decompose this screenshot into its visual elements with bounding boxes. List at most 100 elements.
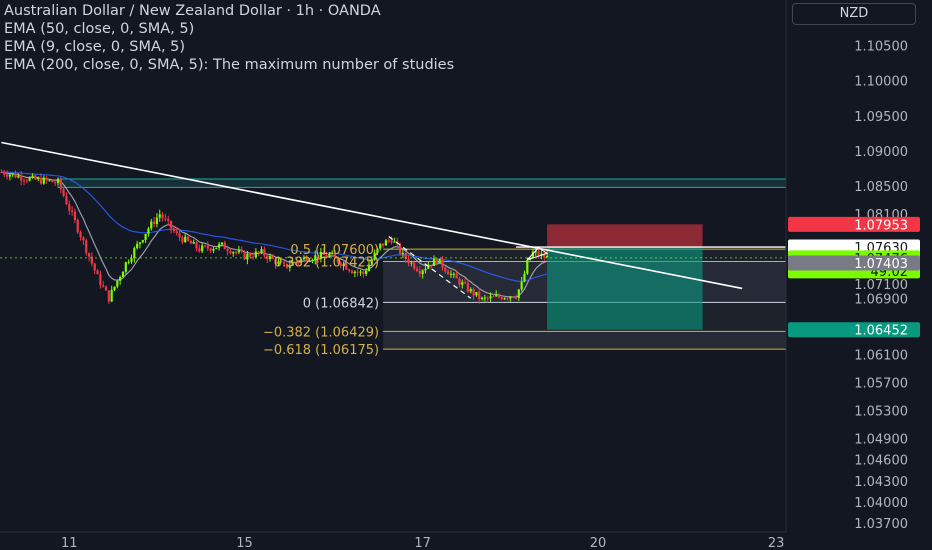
candle-body: [478, 292, 481, 300]
candle-body: [257, 251, 260, 253]
candle-body: [8, 174, 11, 177]
short-position-tool[interactable]: [547, 224, 703, 330]
candle-body: [59, 178, 62, 190]
fib-band: [383, 331, 786, 350]
candle-body: [178, 233, 181, 238]
candle-body: [497, 295, 501, 298]
candle-body: [65, 196, 68, 205]
price-tick-label: 1.08500: [854, 180, 908, 195]
candle-body: [206, 245, 209, 249]
time-tick-label: 23: [768, 536, 785, 550]
candle-body: [93, 263, 96, 271]
candle-body: [424, 268, 427, 271]
time-tick-label: 20: [590, 536, 607, 550]
candle-body: [444, 267, 447, 272]
fib-level-label: 0.382 (1.07425): [274, 255, 379, 270]
candle-body: [144, 233, 147, 241]
candle-body: [514, 297, 518, 299]
candle-body: [246, 253, 249, 260]
candle-body: [526, 260, 529, 274]
candle-body: [201, 245, 204, 252]
candle-body: [229, 251, 232, 254]
price-tick-label: 1.03700: [854, 517, 908, 532]
candle-body: [430, 265, 433, 267]
price-tick-label: 1.09500: [854, 110, 908, 125]
candle-body: [181, 237, 184, 243]
candle-body: [54, 182, 57, 184]
candle-body: [413, 262, 416, 269]
candle-body: [96, 270, 99, 275]
candle-body: [73, 211, 77, 221]
candle-body: [461, 282, 464, 285]
candle-body: [82, 237, 85, 241]
candle-body: [237, 250, 241, 253]
price-tick-label: 1.06900: [854, 292, 908, 307]
candle-body: [87, 252, 91, 257]
candle-body: [102, 285, 105, 287]
candle-body: [147, 228, 150, 234]
candle-body: [509, 296, 512, 299]
candle-body: [365, 270, 368, 274]
time-tick-label: 17: [414, 536, 431, 550]
candle-body: [393, 241, 396, 243]
candle-body: [37, 177, 40, 180]
candle-body: [226, 249, 229, 252]
candle-body: [452, 273, 455, 275]
candle-body: [209, 248, 212, 251]
currency-button[interactable]: NZD: [792, 3, 916, 25]
candle-body: [447, 271, 450, 275]
candle-body: [45, 177, 48, 181]
candle-body: [469, 288, 472, 292]
candle-body: [249, 253, 252, 257]
candle-body: [212, 248, 215, 251]
resistance-zone[interactable]: [57, 178, 787, 188]
price-label-text: 1.07403: [854, 257, 908, 272]
candle-body: [215, 247, 218, 249]
fib-labels: 0.5 (1.07600)0.382 (1.07425)0 (1.06842)−…: [263, 243, 379, 358]
candle-body: [198, 248, 201, 252]
price-axis[interactable]: 1.110001.105001.100001.095001.090001.085…: [785, 0, 932, 550]
candle-body: [138, 242, 142, 244]
price-label-text: 1.07953: [854, 218, 908, 233]
price-tick-label: 1.09000: [854, 145, 908, 160]
candle-body: [418, 271, 421, 275]
candle-body: [130, 258, 133, 262]
candle-body: [184, 236, 187, 243]
candle-body: [523, 273, 526, 282]
candle-body: [31, 175, 34, 178]
candle-body: [458, 278, 461, 285]
candle-body: [500, 297, 503, 300]
candle-body: [158, 214, 161, 218]
candle-body: [390, 240, 393, 243]
candle-body: [119, 276, 122, 281]
candle-body: [161, 214, 164, 219]
time-axis[interactable]: 11 15 17 20 23: [0, 531, 786, 550]
time-tick-label: 11: [61, 536, 78, 550]
candle-body: [449, 273, 453, 275]
candle-body: [175, 231, 178, 234]
candle-body: [3, 172, 6, 175]
candle-body: [76, 220, 79, 233]
candle-body: [167, 218, 170, 221]
candle-body: [20, 175, 23, 181]
candle-body: [350, 271, 354, 274]
candle-body: [421, 270, 424, 275]
candle-body: [113, 286, 116, 290]
candle-body: [234, 252, 238, 254]
candle-body: [438, 258, 441, 264]
candle-body: [39, 177, 43, 184]
price-chart[interactable]: 0.5 (1.07600)0.382 (1.07425)0 (1.06842)−…: [0, 0, 932, 550]
candle-body: [155, 217, 159, 225]
candle-body: [260, 249, 263, 253]
candle-body: [70, 210, 74, 212]
candle-body: [218, 244, 221, 248]
candle-body: [68, 204, 71, 211]
candle-body: [116, 280, 119, 287]
candle-body: [251, 256, 255, 258]
candle-body: [232, 252, 235, 254]
price-tick-label: 1.04300: [854, 475, 908, 490]
candle-body: [517, 289, 520, 298]
candle-body: [407, 259, 410, 264]
candle-body: [133, 248, 136, 259]
fib-level-label: −0.382 (1.06429): [263, 325, 379, 340]
